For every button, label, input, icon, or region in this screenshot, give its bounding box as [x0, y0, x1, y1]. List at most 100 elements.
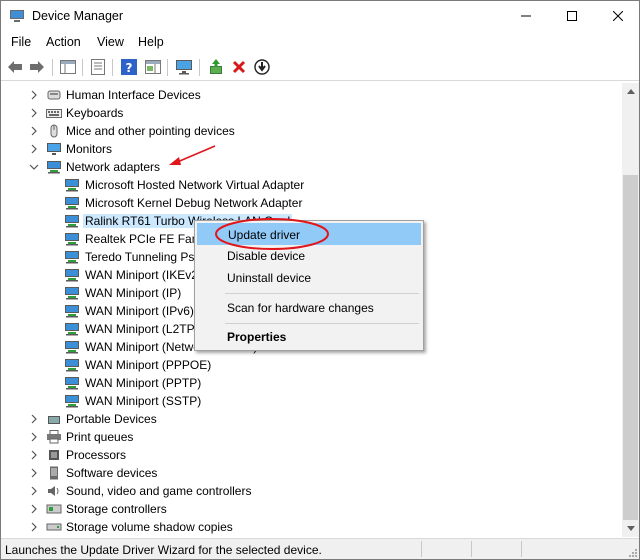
- tree-child-item[interactable]: Microsoft Hosted Network Virtual Adapter: [2, 176, 622, 194]
- network-adapter-icon: [64, 214, 80, 228]
- title-bar[interactable]: Device Manager: [1, 1, 639, 31]
- tree-category-item[interactable]: Processors: [2, 446, 622, 464]
- sound-icon: [46, 484, 62, 498]
- tree-item-label: WAN Miniport (IPv6): [85, 304, 194, 318]
- close-button[interactable]: [595, 1, 640, 31]
- scan-hardware-button[interactable]: [175, 58, 193, 76]
- scroll-up-button[interactable]: [622, 83, 639, 100]
- back-button[interactable]: [6, 58, 24, 76]
- network-adapter-icon: [64, 340, 80, 354]
- tree-category-item[interactable]: Portable Devices: [2, 410, 622, 428]
- tree-category-item[interactable]: Storage volume shadow copies: [2, 518, 622, 536]
- vertical-scrollbar[interactable]: [622, 83, 639, 537]
- network-adapter-icon: [64, 196, 80, 210]
- menu-view[interactable]: View: [97, 35, 124, 49]
- tree-item-label: WAN Miniport (IKEv2): [85, 268, 202, 282]
- context-menu-separator: [225, 293, 419, 294]
- printer-icon: [46, 430, 62, 444]
- tree-category-item[interactable]: Print queues: [2, 428, 622, 446]
- properties-icon: [91, 59, 105, 75]
- chevron-right-icon[interactable]: [29, 107, 39, 119]
- tree-category-item[interactable]: Storage controllers: [2, 500, 622, 518]
- forward-button[interactable]: [28, 58, 46, 76]
- tree-child-item[interactable]: WAN Miniport (PPPOE): [2, 356, 622, 374]
- network-adapter-icon: [64, 268, 80, 282]
- action-pane-icon: [145, 60, 161, 74]
- tree-child-item[interactable]: WAN Miniport (SSTP): [2, 392, 622, 410]
- context-menu-separator: [225, 323, 419, 324]
- context-menu-uninstall-device[interactable]: Uninstall device: [197, 267, 421, 289]
- disable-device-label: Disable device: [227, 249, 306, 263]
- chevron-right-icon[interactable]: [29, 521, 39, 533]
- tree-item-label: Sound, video and game controllers: [66, 484, 252, 498]
- context-menu-disable-device[interactable]: Disable device: [197, 245, 421, 267]
- menu-help[interactable]: Help: [138, 35, 164, 49]
- update-driver-label: Update driver: [228, 228, 301, 242]
- scrollbar-thumb[interactable]: [623, 175, 638, 520]
- uninstall-button[interactable]: [230, 58, 248, 76]
- tree-item-label: Storage controllers: [66, 502, 167, 516]
- close-icon: [613, 11, 623, 21]
- tree-child-item[interactable]: Microsoft Kernel Debug Network Adapter: [2, 194, 622, 212]
- tree-category-item[interactable]: Human Interface Devices: [2, 86, 622, 104]
- back-icon: [8, 61, 22, 73]
- tree-item-label: WAN Miniport (PPTP): [85, 376, 202, 390]
- chevron-right-icon[interactable]: [29, 485, 39, 497]
- update-driver-button[interactable]: [207, 58, 225, 76]
- device-manager-icon: [10, 10, 24, 22]
- context-menu-properties[interactable]: Properties: [197, 326, 421, 348]
- chevron-right-icon[interactable]: [29, 413, 39, 425]
- properties-label: Properties: [227, 330, 287, 344]
- properties-button[interactable]: [89, 58, 107, 76]
- chevron-right-icon[interactable]: [29, 125, 39, 137]
- minimize-button[interactable]: [503, 1, 549, 31]
- tree-category-item[interactable]: Keyboards: [2, 104, 622, 122]
- context-menu: Update driver Disable device Uninstall d…: [194, 220, 424, 351]
- chevron-down-icon[interactable]: [29, 161, 39, 173]
- menu-bar: File Action View Help: [1, 32, 639, 54]
- maximize-icon: [567, 11, 577, 21]
- show-hide-tree-button[interactable]: [59, 58, 77, 76]
- context-menu-update-driver[interactable]: Update driver: [197, 223, 421, 245]
- scroll-down-button[interactable]: [622, 520, 639, 537]
- tree-category-item[interactable]: Monitors: [2, 140, 622, 158]
- tree-category-item[interactable]: Software devices: [2, 464, 622, 482]
- tree-category-item[interactable]: Network adapters: [2, 158, 622, 176]
- chevron-right-icon[interactable]: [29, 449, 39, 461]
- network-adapter-icon: [64, 286, 80, 300]
- enable-device-button[interactable]: [253, 58, 271, 76]
- mouse-icon: [46, 124, 62, 138]
- context-menu-scan-hardware[interactable]: Scan for hardware changes: [197, 297, 421, 319]
- help-button[interactable]: ?: [120, 58, 138, 76]
- tree-category-item[interactable]: Mice and other pointing devices: [2, 122, 622, 140]
- tree-item-label: Network adapters: [66, 160, 161, 174]
- action-pane-button[interactable]: [144, 58, 162, 76]
- tree-item-label: WAN Miniport (IP): [85, 286, 182, 300]
- network-adapter-icon: [64, 358, 80, 372]
- tree-item-label: Software devices: [66, 466, 158, 480]
- tree-child-item[interactable]: WAN Miniport (PPTP): [2, 374, 622, 392]
- chevron-right-icon[interactable]: [29, 89, 39, 101]
- maximize-button[interactable]: [549, 1, 595, 31]
- tree-item-label: Human Interface Devices: [66, 88, 201, 102]
- tree-item-label: Storage volume shadow copies: [66, 520, 233, 534]
- update-driver-icon: [210, 59, 222, 74]
- network-adapter-icon: [64, 178, 80, 192]
- chevron-right-icon[interactable]: [29, 431, 39, 443]
- resize-grip-icon[interactable]: [627, 547, 637, 557]
- chevron-right-icon[interactable]: [29, 503, 39, 515]
- network-adapter-icon: [64, 232, 80, 246]
- monitor-icon: [46, 142, 62, 156]
- chevron-right-icon[interactable]: [29, 467, 39, 479]
- tree-item-label: Monitors: [66, 142, 113, 156]
- status-bar: Launches the Update Driver Wizard for th…: [1, 538, 639, 559]
- menu-action[interactable]: Action: [46, 35, 81, 49]
- menu-file[interactable]: File: [11, 35, 31, 49]
- network-adapter-icon: [64, 322, 80, 336]
- window-title: Device Manager: [32, 9, 124, 23]
- chevron-right-icon[interactable]: [29, 143, 39, 155]
- monitor-icon: [176, 60, 192, 75]
- storage-volume-icon: [46, 520, 62, 534]
- network-adapter-icon: [64, 394, 80, 408]
- tree-category-item[interactable]: Sound, video and game controllers: [2, 482, 622, 500]
